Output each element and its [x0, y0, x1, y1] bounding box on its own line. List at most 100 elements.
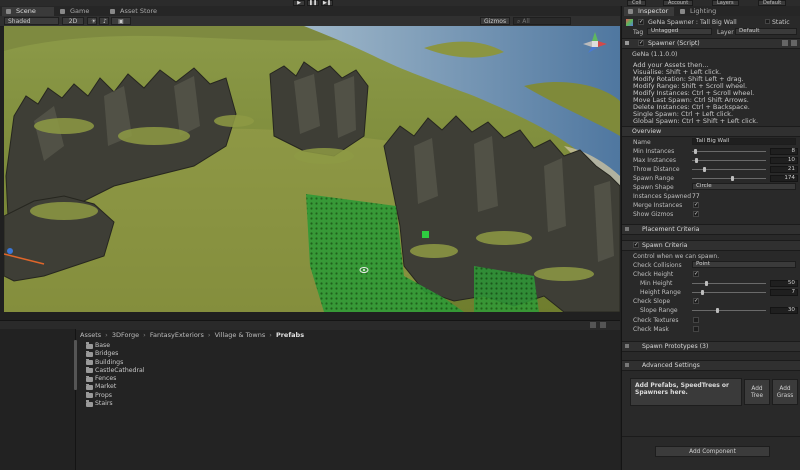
static-checkbox[interactable]: [765, 19, 770, 24]
slope-range-slider-handle[interactable]: [716, 308, 719, 313]
inspector-icon: [628, 9, 633, 14]
throw-distance-value[interactable]: 21: [770, 166, 798, 173]
fold-arrow-icon[interactable]: [625, 363, 629, 367]
spawn-range-value[interactable]: 174: [770, 175, 798, 182]
folder-props[interactable]: Props: [86, 392, 145, 400]
tag-dropdown[interactable]: Untagged: [647, 28, 712, 35]
lighting-toggle[interactable]: ☀: [87, 17, 97, 25]
check-slope-checkbox[interactable]: ✓: [693, 298, 699, 304]
lock-icon[interactable]: [590, 322, 596, 328]
2d-toggle[interactable]: 2D: [62, 17, 84, 25]
merge-instances-checkbox[interactable]: ✓: [693, 202, 699, 208]
scene-search-input[interactable]: ⌕ All: [513, 17, 571, 25]
add-component-label: Add Component: [689, 449, 736, 455]
show-gizmos-label: Show Gizmos: [633, 211, 674, 218]
add-component-button[interactable]: Add Component: [655, 446, 770, 457]
check-collisions-dropdown[interactable]: Point: [692, 261, 796, 268]
tab-asset-store-label: Asset Store: [120, 7, 158, 15]
tab-game-label: Game: [70, 7, 90, 15]
height-range-value[interactable]: 7: [770, 289, 798, 296]
add-grass-button[interactable]: Add Grass: [772, 379, 798, 405]
check-height-checkbox[interactable]: ✓: [693, 271, 699, 277]
object-name-field[interactable]: GeNa Spawner : Tall Big Wall: [648, 19, 737, 26]
prefab-drop-area[interactable]: Add Prefabs, SpeedTrees or Spawners here…: [630, 378, 742, 406]
spawn-criteria-description: Control when we can spawn.: [633, 253, 720, 260]
folder-base[interactable]: Base: [86, 342, 145, 350]
project-scrollbar[interactable]: [74, 340, 77, 390]
spawn-range-slider-handle[interactable]: [731, 176, 735, 181]
show-gizmos-checkbox[interactable]: ✓: [693, 211, 699, 217]
add-grass-label: Add Grass: [776, 386, 794, 399]
folder-label: Fences: [95, 375, 117, 383]
tab-scene[interactable]: Scene: [2, 7, 54, 16]
folder-list: Base Bridges Buildings CastleCathedral F…: [86, 342, 145, 408]
breadcrumb-assets[interactable]: Assets: [80, 331, 101, 339]
tab-inspector-label: Inspector: [638, 7, 669, 15]
static-label: Static: [772, 19, 790, 26]
breadcrumb-separator: ›: [143, 331, 146, 339]
spawn-range-slider[interactable]: [692, 178, 766, 179]
component-enabled-checkbox[interactable]: ✓: [638, 40, 644, 46]
folder-buildings[interactable]: Buildings: [86, 359, 145, 367]
max-instances-value[interactable]: 10: [770, 157, 798, 164]
folder-market[interactable]: Market: [86, 383, 145, 391]
fold-arrow-icon[interactable]: [625, 227, 629, 231]
spawn-criteria-checkbox[interactable]: ✓: [633, 242, 639, 248]
drop-area-text: Add Prefabs, SpeedTrees or Spawners here…: [635, 382, 729, 396]
effects-dropdown[interactable]: ▣: [111, 17, 131, 25]
audio-toggle[interactable]: ♪: [99, 17, 109, 25]
tab-asset-store[interactable]: Asset Store: [106, 7, 166, 16]
folder-label: Stairs: [95, 400, 113, 408]
scene-view[interactable]: [4, 26, 620, 312]
fold-arrow-icon[interactable]: [625, 344, 629, 348]
folder-castlecathedral[interactable]: CastleCathedral: [86, 367, 145, 375]
shading-mode-dropdown[interactable]: Shaded: [4, 17, 59, 25]
spawn-shape-dropdown[interactable]: Circle: [692, 183, 796, 190]
folder-label: Base: [95, 342, 111, 349]
layer-dropdown[interactable]: Default: [735, 28, 797, 35]
project-favorites-pane[interactable]: [0, 329, 76, 470]
breadcrumb-fantasyexteriors[interactable]: FantasyExteriors: [150, 331, 204, 339]
fold-arrow-icon[interactable]: [625, 41, 629, 45]
gizmos-dropdown[interactable]: Gizmos: [480, 17, 510, 25]
max-instances-slider-handle[interactable]: [694, 158, 698, 163]
menu-icon[interactable]: [600, 322, 606, 328]
min-instances-slider-handle[interactable]: [694, 149, 698, 154]
breadcrumb-separator: ›: [105, 331, 108, 339]
height-range-slider-handle[interactable]: [701, 290, 704, 295]
min-instances-value[interactable]: 8: [770, 148, 798, 155]
breadcrumb-3dforge[interactable]: 3DForge: [112, 331, 139, 339]
throw-distance-slider-handle[interactable]: [702, 167, 706, 172]
folder-label: CastleCathedral: [95, 366, 145, 374]
help-icon[interactable]: [782, 40, 788, 46]
min-height-value[interactable]: 50: [770, 280, 798, 287]
folder-bridges[interactable]: Bridges: [86, 350, 145, 358]
overview-title: Overview: [632, 128, 662, 135]
gear-icon[interactable]: [791, 40, 797, 46]
breadcrumb-separator: ›: [207, 331, 211, 339]
folder-stairs[interactable]: Stairs: [86, 400, 145, 408]
add-tree-label: Add Tree: [750, 386, 764, 399]
tab-lighting[interactable]: Lighting: [676, 7, 726, 16]
min-height-slider[interactable]: [692, 283, 766, 284]
slope-range-slider[interactable]: [692, 310, 766, 311]
check-textures-checkbox[interactable]: [693, 317, 699, 323]
add-tree-button[interactable]: Add Tree: [744, 379, 770, 405]
tab-game[interactable]: Game: [56, 7, 106, 16]
check-mask-checkbox[interactable]: [693, 326, 699, 332]
name-input[interactable]: Tall Big Wall: [692, 138, 796, 145]
inspector-tab-bar: Inspector Lighting: [622, 6, 800, 16]
folder-icon: [86, 400, 93, 407]
breadcrumb-prefabs[interactable]: Prefabs: [276, 331, 304, 339]
folder-fences[interactable]: Fences: [86, 375, 145, 383]
max-instances-slider[interactable]: [692, 160, 766, 161]
tag-label: Tag: [633, 29, 644, 36]
placement-criteria-title: Placement Criteria: [642, 226, 700, 233]
min-height-slider-handle[interactable]: [705, 281, 708, 286]
tab-inspector[interactable]: Inspector: [624, 7, 674, 16]
breadcrumb-village-towns[interactable]: Village & Towns: [215, 331, 266, 339]
slope-range-value[interactable]: 30: [770, 307, 798, 314]
active-checkbox[interactable]: ✓: [638, 19, 644, 25]
min-instances-slider[interactable]: [692, 151, 766, 152]
folder-icon: [86, 342, 93, 349]
